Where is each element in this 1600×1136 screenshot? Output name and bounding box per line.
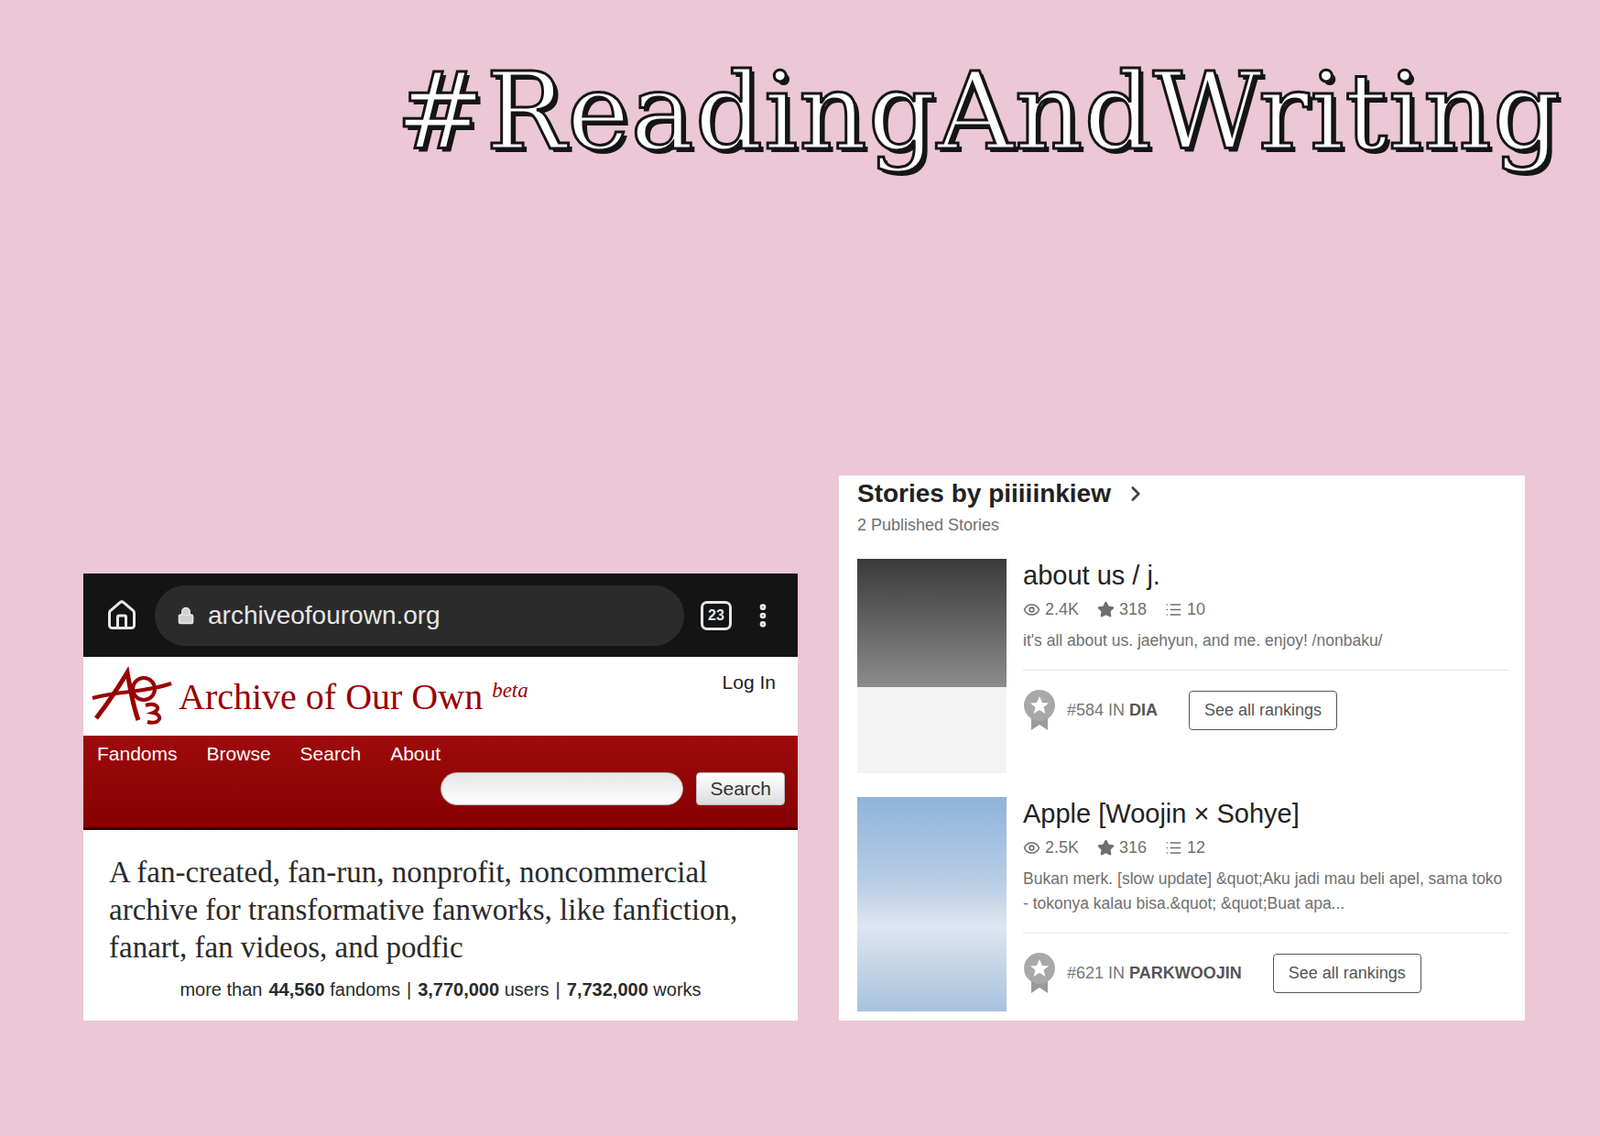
- home-icon: [105, 598, 139, 632]
- story-description: it's all about us. jaehyun, and me. enjo…: [1023, 628, 1509, 654]
- chevron-right-icon: [1123, 481, 1148, 506]
- beta-badge: beta: [491, 678, 529, 703]
- story-row[interactable]: about us / j. 2.4K 318 10 it's all about us.…: [857, 558, 1509, 773]
- rankings-button[interactable]: See all rankings: [1273, 953, 1422, 993]
- tab-count[interactable]: 23: [700, 600, 732, 631]
- ranking-badge-icon: [1023, 688, 1056, 731]
- parts-stat: 10: [1164, 599, 1206, 620]
- search-row: Search: [97, 772, 785, 806]
- rankings-button[interactable]: See all rankings: [1188, 690, 1338, 730]
- star-icon: [1097, 600, 1115, 619]
- stat-separator: |: [406, 979, 412, 1001]
- story-title[interactable]: Apple [Woojin × Sohye]: [1023, 798, 1509, 829]
- list-icon: [1164, 838, 1183, 857]
- rank-row: #584INDIA See all rankings: [1023, 688, 1509, 731]
- stories-count: 2 Published Stories: [857, 515, 1509, 535]
- divider: [1023, 932, 1509, 934]
- browser-bar: archiveofourown.org 23: [83, 573, 798, 657]
- story-cover: [857, 796, 1007, 1012]
- stories-title: Stories by piiiiinkiew: [857, 478, 1111, 509]
- site-body: A fan-created, fan-run, nonprofit, nonco…: [83, 829, 798, 1021]
- ranking-badge-icon: [1023, 951, 1056, 994]
- url-field[interactable]: archiveofourown.org: [154, 585, 685, 646]
- votes-stat: 316: [1097, 838, 1147, 858]
- brand-name: Archive of Our Own: [178, 674, 483, 719]
- stories-header[interactable]: Stories by piiiiinkiew: [857, 475, 1509, 509]
- nav-item[interactable]: Browse: [206, 742, 272, 765]
- parts-stat: 12: [1164, 838, 1206, 858]
- search-input[interactable]: [440, 772, 684, 806]
- page-title: #ReadingAndWriting: [395, 47, 1562, 175]
- brand[interactable]: Archive of Our Own beta: [90, 664, 529, 728]
- nav-items: Fandoms Browse Search About: [97, 742, 785, 765]
- story-stats: 2.5K 316 12: [1023, 838, 1509, 858]
- list-icon: [1164, 600, 1183, 619]
- nav-bar: Fandoms Browse Search About Search: [83, 735, 798, 830]
- views-stat: 2.4K: [1023, 599, 1079, 620]
- lock-icon: [176, 606, 196, 625]
- stat-item: 3,770,000 users: [417, 979, 549, 1001]
- story-description: Bukan merk. [slow update] &quot;Aku jadi…: [1023, 866, 1509, 916]
- site-header: Archive of Our Own beta Log In: [83, 656, 798, 736]
- story-body: about us / j. 2.4K 318 10 it's all about us.…: [1023, 558, 1509, 773]
- stats-prefix: more than: [179, 979, 262, 1001]
- eye-icon: [1023, 838, 1041, 857]
- stat-item: 44,560 fandoms: [268, 979, 400, 1001]
- login-link[interactable]: Log In: [722, 671, 776, 694]
- views-stat: 2.5K: [1023, 838, 1079, 858]
- nav-item[interactable]: About: [390, 742, 441, 765]
- tagline: A fan-created, fan-run, nonprofit, nonco…: [108, 853, 773, 967]
- votes-stat: 318: [1097, 599, 1147, 620]
- wattpad-screenshot: Stories by piiiiinkiew 2 Published Storie…: [838, 475, 1525, 1021]
- stat-item: 7,732,000 works: [566, 979, 702, 1001]
- home-button[interactable]: [105, 598, 139, 632]
- story-stats: 2.4K 318 10: [1023, 599, 1509, 620]
- story-row[interactable]: Apple [Woojin × Sohye] 2.5K 316 12 Bukan mer…: [857, 796, 1509, 1012]
- site-stats: more than44,560 fandoms|3,770,000 users|…: [108, 979, 773, 1001]
- ao3-logo-icon: [90, 664, 175, 728]
- story-body: Apple [Woojin × Sohye] 2.5K 316 12 Bukan mer…: [1023, 796, 1509, 1012]
- star-icon: [1097, 838, 1115, 857]
- url-text: archiveofourown.org: [207, 600, 441, 631]
- nav-item[interactable]: Fandoms: [97, 742, 178, 765]
- story-cover: [857, 558, 1007, 773]
- nav-item[interactable]: Search: [300, 742, 362, 765]
- menu-button[interactable]: [748, 600, 778, 631]
- kebab-icon: [748, 600, 778, 631]
- stat-separator: |: [555, 979, 561, 1001]
- eye-icon: [1023, 600, 1041, 619]
- search-button[interactable]: Search: [696, 772, 785, 806]
- rank-text: #621INPARKWOOJIN: [1066, 963, 1242, 983]
- rank-text: #584INDIA: [1066, 700, 1158, 720]
- story-title[interactable]: about us / j.: [1023, 560, 1509, 591]
- rank-row: #621INPARKWOOJIN See all rankings: [1023, 951, 1509, 994]
- divider: [1023, 669, 1509, 671]
- story-list: about us / j. 2.4K 318 10 it's all about us.…: [857, 534, 1509, 1021]
- page: #ReadingAndWriting archiveofourown.org 23 A…: [0, 0, 1600, 1136]
- ao3-screenshot: archiveofourown.org 23 Archive of Our Own b…: [83, 573, 798, 1021]
- panels-row: archiveofourown.org 23 Archive of Our Own b…: [83, 475, 1525, 1021]
